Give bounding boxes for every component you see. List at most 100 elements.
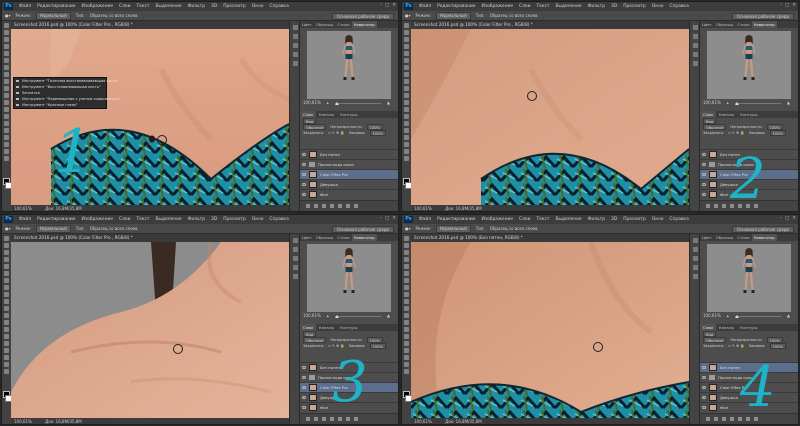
- document-tab[interactable]: Screenshot 2016.psd @ 100% (Color Filter…: [11, 21, 289, 29]
- eye-icon[interactable]: [702, 386, 706, 389]
- tool-flyout-item[interactable]: Инструмент "Красные глаза": [14, 102, 106, 108]
- move-tool-icon[interactable]: [4, 236, 9, 241]
- tab-paths[interactable]: Контуры: [337, 111, 360, 118]
- layer-row[interactable]: Пропаганда кожи: [300, 159, 398, 169]
- eraser-tool-icon[interactable]: [404, 93, 409, 98]
- workspace-select[interactable]: Основная рабочая среда: [331, 13, 394, 20]
- adjustment-icon[interactable]: [730, 417, 734, 421]
- healing-brush-tool-icon[interactable]: [4, 278, 9, 283]
- fx-icon[interactable]: [714, 417, 718, 421]
- layer-row[interactable]: Фон: [300, 189, 398, 199]
- menu-file[interactable]: Файл: [19, 217, 31, 222]
- tab-styles[interactable]: Стили: [335, 21, 351, 28]
- menu-edit[interactable]: Редактирование: [437, 4, 475, 9]
- slider-handle[interactable]: [334, 101, 339, 105]
- tab-styles[interactable]: Стили: [335, 234, 351, 241]
- history-icon[interactable]: [692, 238, 698, 243]
- zoom-out-icon[interactable]: ▴: [727, 99, 729, 107]
- navigator-thumbnail[interactable]: [307, 31, 391, 99]
- brush-icon[interactable]: [692, 247, 698, 252]
- gradient-tool-icon[interactable]: [404, 100, 409, 105]
- slider-handle[interactable]: [734, 314, 739, 318]
- document-tab[interactable]: Screenshot 2016.psd @ 100% (Color Filter…: [411, 21, 689, 29]
- clone-stamp-tool-icon[interactable]: [4, 79, 9, 84]
- pen-tool-icon[interactable]: [404, 121, 409, 126]
- properties-icon[interactable]: [692, 274, 698, 279]
- tab-navigator[interactable]: Навигатор: [751, 21, 777, 28]
- workspace-select[interactable]: Основная рабочая среда: [731, 226, 794, 233]
- maximize-icon[interactable]: □: [785, 3, 789, 8]
- zoom-in-icon[interactable]: ▲: [787, 99, 790, 107]
- mode-select[interactable]: Нормальный: [435, 224, 471, 233]
- lasso-tool-icon[interactable]: [404, 37, 409, 42]
- link-icon[interactable]: [306, 417, 310, 421]
- brush-preset-icon[interactable]: ●▾: [405, 13, 411, 18]
- clone-stamp-tool-icon[interactable]: [404, 79, 409, 84]
- fill-input[interactable]: 100%: [769, 130, 786, 136]
- document-tab[interactable]: Screenshot 2016.psd @ 100% (Color Filter…: [11, 234, 289, 242]
- eye-icon[interactable]: [702, 153, 706, 156]
- healing-brush-tool-icon[interactable]: [4, 65, 9, 70]
- brush-tool-icon[interactable]: [4, 72, 9, 77]
- quick-select-tool-icon[interactable]: [404, 257, 409, 262]
- menu-layers[interactable]: Слои: [519, 217, 530, 222]
- paragraph-icon[interactable]: [292, 265, 298, 270]
- menu-select[interactable]: Выделение: [155, 4, 181, 9]
- path-select-tool-icon[interactable]: [4, 348, 9, 353]
- crop-tool-icon[interactable]: [4, 264, 9, 269]
- mode-select[interactable]: Нормальный: [35, 224, 71, 233]
- brush-preset-icon[interactable]: ●▾: [405, 226, 411, 231]
- lock-icons[interactable]: ▫ ✎ ✥ 🔒: [328, 130, 344, 136]
- blur-tool-icon[interactable]: [404, 320, 409, 325]
- lock-icons[interactable]: ▫ ✎ ✥ 🔒: [728, 130, 744, 136]
- fill-input[interactable]: 100%: [369, 130, 386, 136]
- eye-icon[interactable]: [702, 406, 706, 409]
- eraser-tool-icon[interactable]: [404, 306, 409, 311]
- menu-layers[interactable]: Слои: [119, 217, 130, 222]
- character-icon[interactable]: [692, 43, 698, 48]
- crop-tool-icon[interactable]: [4, 51, 9, 56]
- lasso-tool-icon[interactable]: [404, 250, 409, 255]
- brush-tool-icon[interactable]: [4, 285, 9, 290]
- history-icon[interactable]: [292, 238, 298, 243]
- brush-preset-icon[interactable]: ●▾: [5, 226, 11, 231]
- eye-icon[interactable]: [702, 366, 706, 369]
- tab-navigator[interactable]: Навигатор: [751, 234, 777, 241]
- menu-window[interactable]: Окно: [652, 217, 664, 222]
- document-tab[interactable]: Screenshot 2016.psd @ 100% (Без пятен, R…: [411, 234, 689, 242]
- menu-edit[interactable]: Редактирование: [37, 217, 75, 222]
- gradient-tool-icon[interactable]: [4, 313, 9, 318]
- clone-stamp-tool-icon[interactable]: [404, 292, 409, 297]
- tab-color[interactable]: Цвет: [300, 234, 314, 241]
- eye-icon[interactable]: [302, 406, 306, 409]
- tab-swatches[interactable]: Образцы: [714, 234, 736, 241]
- trash-icon[interactable]: [354, 204, 358, 208]
- tab-layers[interactable]: Слои: [700, 111, 716, 118]
- crop-tool-icon[interactable]: [404, 51, 409, 56]
- menu-3d[interactable]: 3D: [211, 4, 217, 9]
- eye-icon[interactable]: [702, 376, 706, 379]
- mask-icon[interactable]: [722, 417, 726, 421]
- menu-type[interactable]: Текст: [136, 217, 149, 222]
- navigator-zoom-slider[interactable]: [734, 314, 781, 318]
- canvas[interactable]: [411, 242, 689, 418]
- tab-channels[interactable]: Каналы: [316, 111, 337, 118]
- type-tool-icon[interactable]: [4, 128, 9, 133]
- type-tool-icon[interactable]: [4, 341, 9, 346]
- zoom-in-icon[interactable]: ▲: [387, 99, 390, 107]
- tab-channels[interactable]: Каналы: [716, 111, 737, 118]
- adjustment-icon[interactable]: [330, 417, 334, 421]
- slider-handle[interactable]: [734, 101, 739, 105]
- menu-image[interactable]: Изображение: [481, 217, 513, 222]
- navigator-zoom-slider[interactable]: [334, 314, 381, 318]
- maximize-icon[interactable]: □: [385, 3, 389, 8]
- zoom-tool-icon[interactable]: [4, 369, 9, 374]
- menu-edit[interactable]: Редактирование: [437, 217, 475, 222]
- mode-select[interactable]: Нормальный: [35, 11, 71, 20]
- trash-icon[interactable]: [354, 417, 358, 421]
- eye-icon[interactable]: [302, 173, 306, 176]
- tab-channels[interactable]: Каналы: [316, 324, 337, 331]
- eye-icon[interactable]: [302, 153, 306, 156]
- menu-image[interactable]: Изображение: [81, 217, 113, 222]
- properties-icon[interactable]: [292, 274, 298, 279]
